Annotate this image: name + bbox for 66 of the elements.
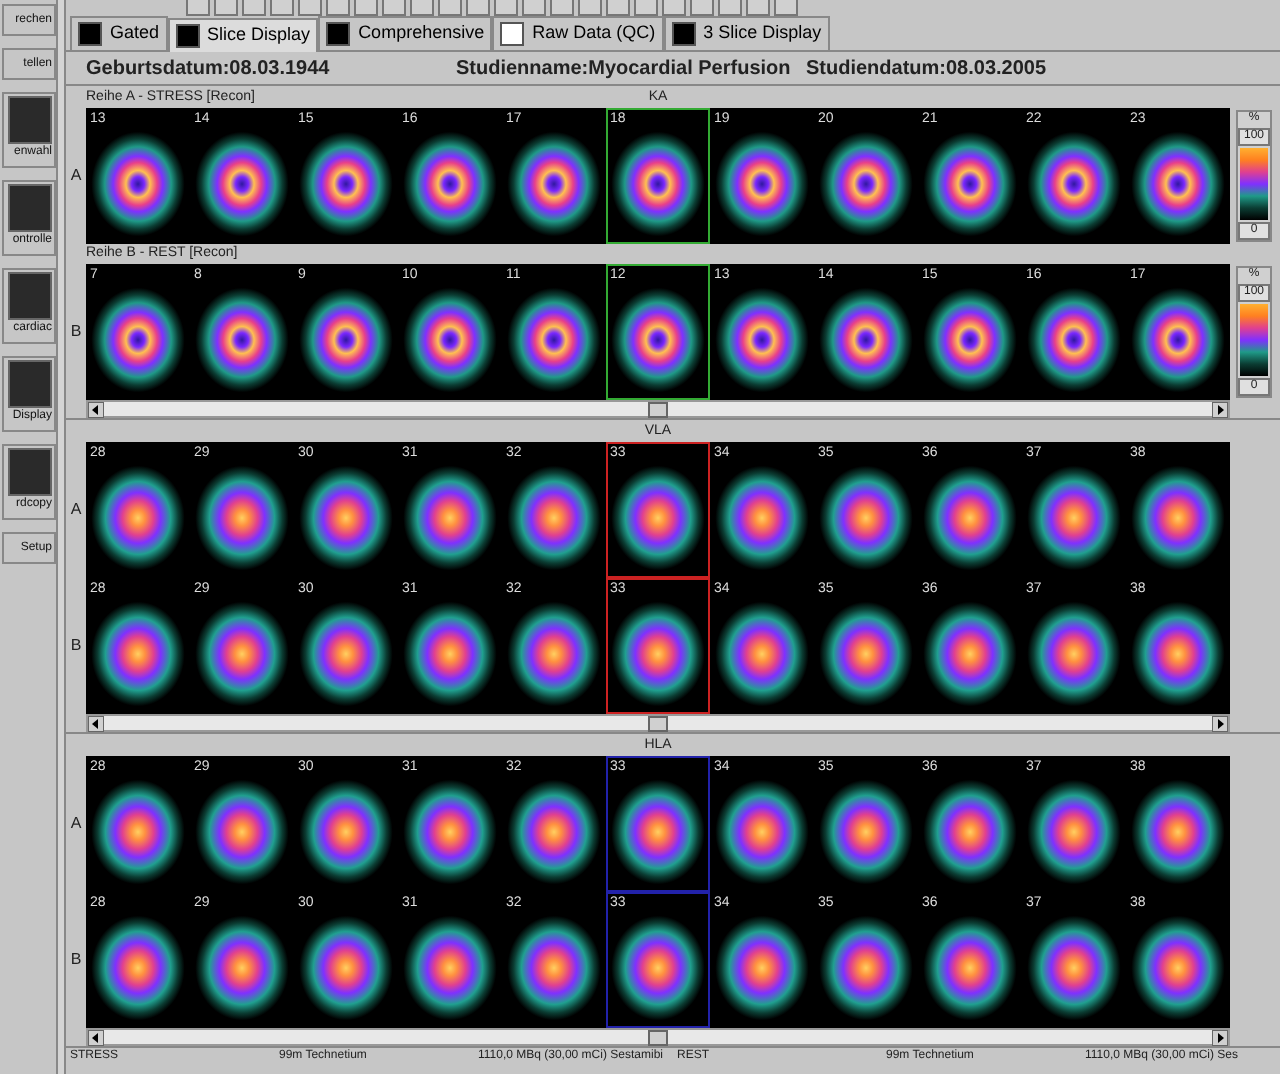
- tab[interactable]: Raw Data (QC): [492, 16, 664, 50]
- toolbar-button[interactable]: [242, 0, 266, 16]
- thumbnail-icon: [8, 360, 52, 408]
- color-bar: [1240, 148, 1268, 220]
- toolbar-button[interactable]: [774, 0, 798, 16]
- toolbar-button[interactable]: [662, 0, 686, 16]
- toolbar-button[interactable]: [746, 0, 770, 16]
- thumbnail-icon: [8, 272, 52, 320]
- row-label: A: [68, 498, 84, 522]
- toolbar-button[interactable]: [326, 0, 350, 16]
- horizontal-scrollbar[interactable]: [86, 714, 1230, 732]
- right-arrow-icon[interactable]: [1212, 1029, 1228, 1045]
- scrollbar-thumb[interactable]: [648, 401, 668, 417]
- scrollbar-thumb[interactable]: [648, 1029, 668, 1045]
- row-label: A: [68, 164, 84, 188]
- tab-icon: [326, 22, 351, 46]
- study-name: Studienname:Myocardial Perfusion: [456, 55, 793, 83]
- row-label: A: [68, 812, 84, 836]
- left-arrow-icon[interactable]: [88, 1029, 104, 1045]
- toolbar-button[interactable]: [690, 0, 714, 16]
- thumbnail-icon: [8, 96, 52, 144]
- tab[interactable]: Slice Display: [167, 18, 319, 52]
- tab[interactable]: Gated: [70, 16, 168, 50]
- toolbar-button[interactable]: [214, 0, 238, 16]
- toolbar-button[interactable]: [578, 0, 602, 16]
- toolbar-button[interactable]: [550, 0, 574, 16]
- toolbar-button[interactable]: [298, 0, 322, 16]
- color-bar: [1240, 304, 1268, 376]
- left-arrow-icon[interactable]: [88, 715, 104, 731]
- tab[interactable]: 3 Slice Display: [663, 16, 830, 50]
- toolbar-button[interactable]: [718, 0, 742, 16]
- birth-date: Geburtsdatum:08.03.1944: [86, 55, 332, 83]
- toolbar-button[interactable]: [466, 0, 490, 16]
- scrollbar-thumb[interactable]: [648, 715, 668, 731]
- tab[interactable]: Comprehensive: [318, 16, 493, 50]
- toolbar-button[interactable]: [382, 0, 406, 16]
- tab-icon: [175, 24, 200, 48]
- horizontal-scrollbar[interactable]: [86, 1028, 1230, 1046]
- toolbar-button[interactable]: [270, 0, 294, 16]
- toolbar-button[interactable]: [634, 0, 658, 16]
- toolbar-button[interactable]: [186, 0, 210, 16]
- horizontal-scrollbar[interactable]: [86, 400, 1230, 418]
- scan-image: [608, 776, 708, 888]
- scan-image: [608, 598, 708, 710]
- left-arrow-icon[interactable]: [88, 401, 104, 417]
- row-label: B: [68, 948, 84, 972]
- toolbar-button[interactable]: [522, 0, 546, 16]
- tab-icon: [671, 22, 696, 46]
- toolbar-button[interactable]: [606, 0, 630, 16]
- thumbnail-icon: [8, 184, 52, 232]
- scan-image: [608, 912, 708, 1024]
- toolbar-button[interactable]: [354, 0, 378, 16]
- scan-image: [608, 284, 708, 396]
- thumbnail-icon: [8, 448, 52, 496]
- row-label: B: [68, 320, 84, 344]
- scan-image: [608, 462, 708, 574]
- toolbar-button[interactable]: [410, 0, 434, 16]
- toolbar-button[interactable]: [438, 0, 462, 16]
- tab-icon: [500, 22, 525, 46]
- row-label: B: [68, 634, 84, 658]
- tab-icon: [78, 22, 102, 46]
- study-date: Studiendatum:08.03.2005: [806, 55, 1047, 83]
- right-arrow-icon[interactable]: [1212, 715, 1228, 731]
- toolbar-button[interactable]: [494, 0, 518, 16]
- scan-image: [608, 128, 708, 240]
- right-arrow-icon[interactable]: [1212, 401, 1228, 417]
